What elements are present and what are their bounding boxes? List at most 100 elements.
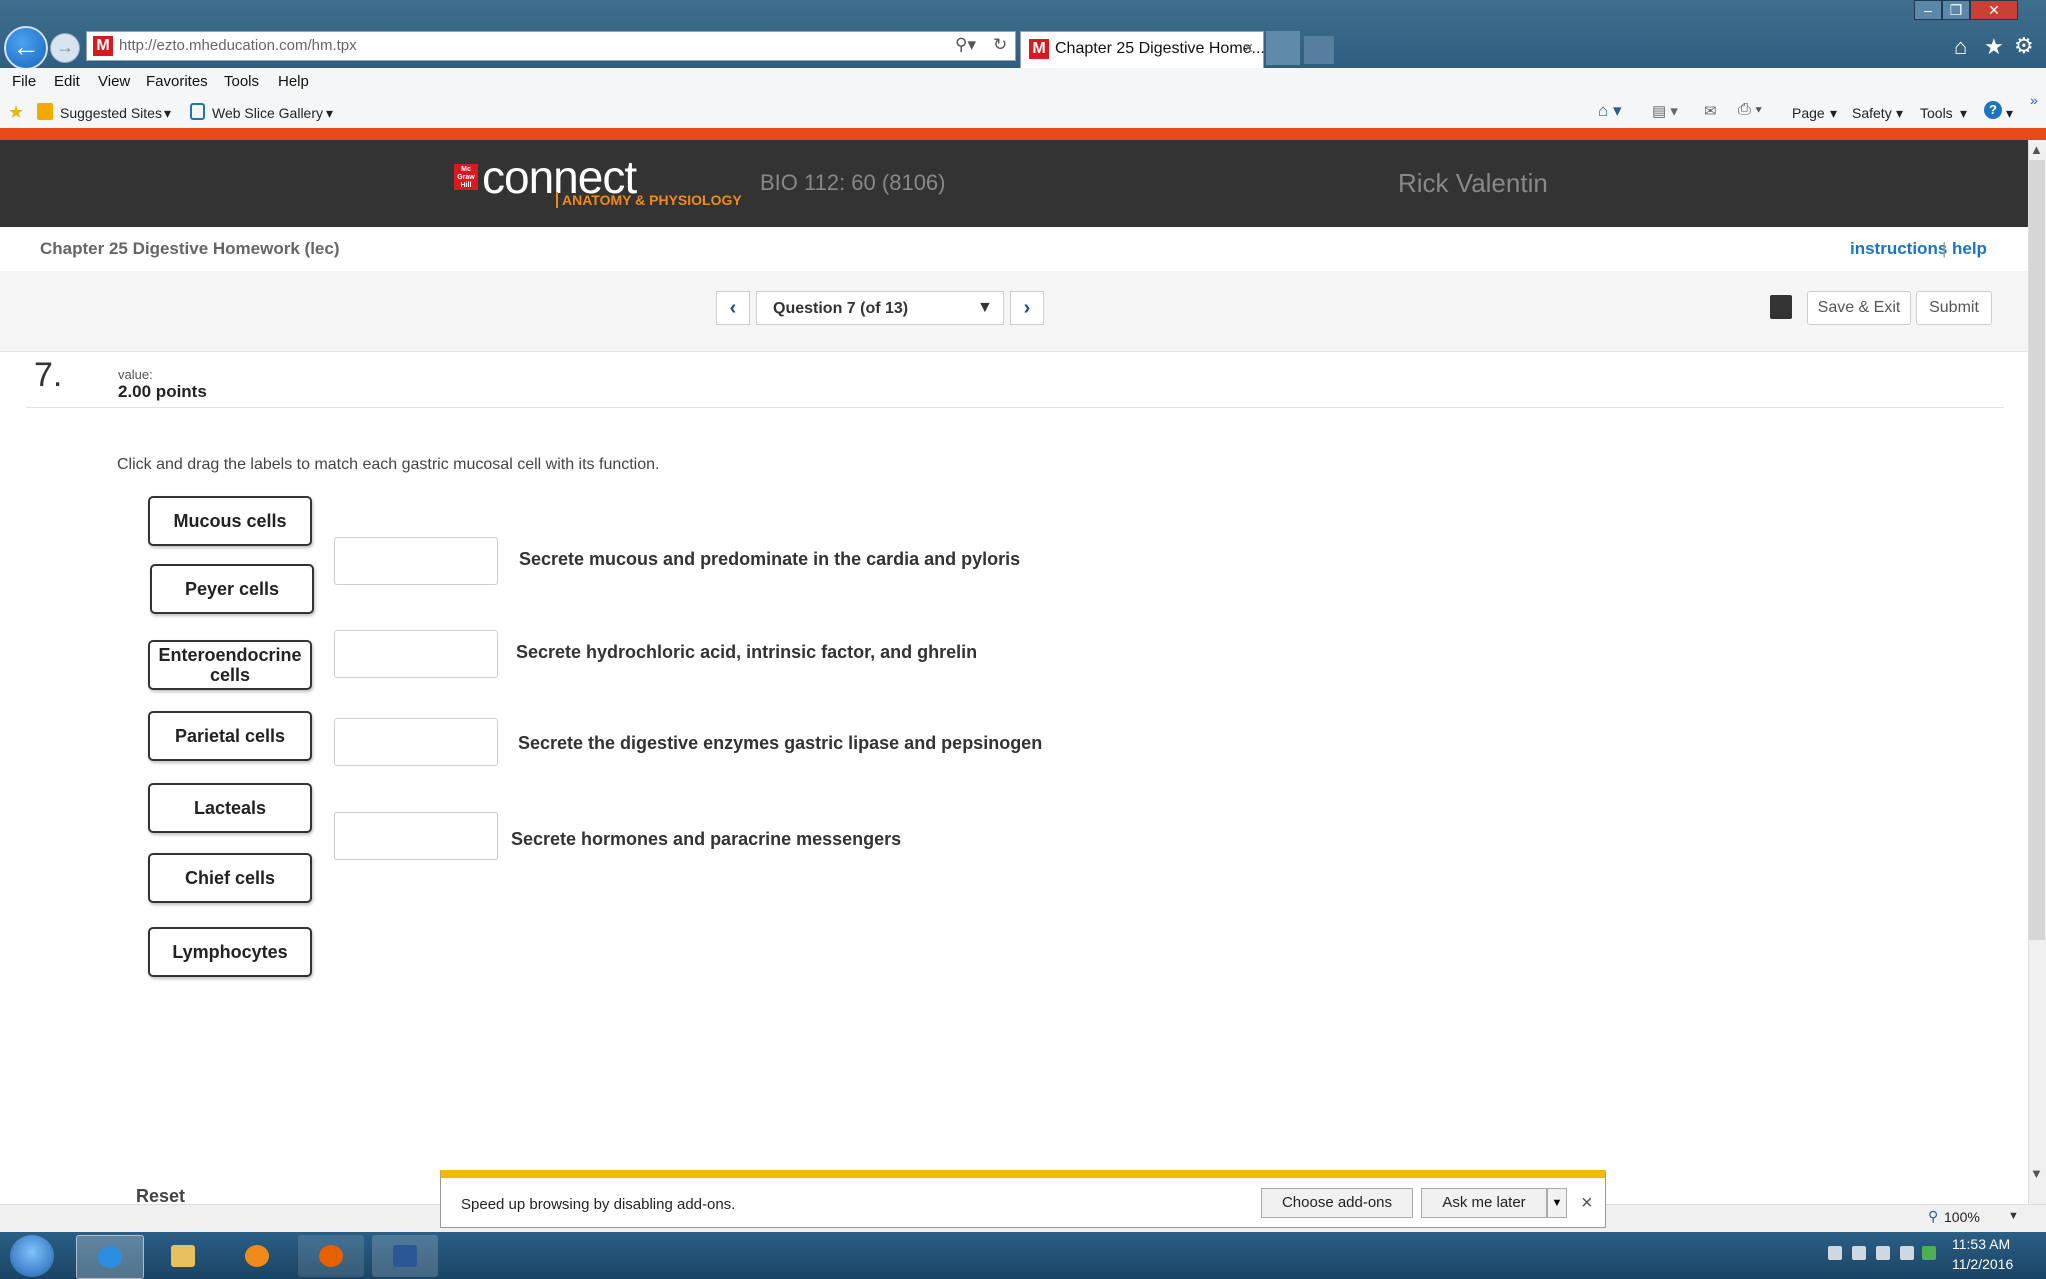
drop-target-1[interactable] [334,537,498,585]
drop-target-3[interactable] [334,718,498,766]
menu-edit[interactable]: Edit [54,73,80,90]
new-tab-button[interactable] [1304,36,1334,64]
taskbar-internet-explorer[interactable] [76,1235,144,1279]
prev-question-button[interactable]: ‹ [716,291,750,325]
function-text-3: Secrete the digestive enzymes gastric li… [518,733,1043,753]
next-question-button[interactable]: › [1010,291,1044,325]
chevron-down-icon[interactable]: ▾ [164,105,171,122]
menu-file[interactable]: File [12,73,36,90]
feeds-icon[interactable]: ▤ ▾ [1652,102,1678,120]
tab-chapter-25[interactable]: M Chapter 25 Digestive Home... × [1020,31,1265,68]
home-icon[interactable]: ⌂ ▾ [1598,101,1622,121]
drag-label-mucous-cells[interactable]: Mucous cells [148,496,312,546]
taskbar-file-explorer[interactable] [150,1235,216,1277]
minimize-icon[interactable]: – [1914,0,1942,20]
chevron-down-icon[interactable]: ▾ [2006,105,2013,122]
user-name: Rick Valentin [1398,168,1548,198]
menu-help[interactable]: Help [278,73,309,90]
drag-label-parietal-cells[interactable]: Parietal cells [148,711,312,761]
zoom-icon[interactable]: ⚲ [1928,1208,1938,1225]
drop-target-4[interactable] [334,812,498,860]
choose-addons-button[interactable]: Choose add-ons [1261,1188,1413,1218]
scroll-up-icon[interactable]: ▲ [2030,142,2043,157]
question-select[interactable]: Question 7 (of 13) ▼ [756,291,1004,325]
flag-icon[interactable] [1828,1246,1842,1260]
mail-icon[interactable]: ✉ [1704,102,1717,120]
clock-time[interactable]: 11:53 AM [1952,1236,2010,1252]
drag-label-chief-cells[interactable]: Chief cells [148,853,312,903]
chevron-down-icon[interactable]: ▾ [1830,105,1837,122]
print-icon[interactable] [1770,295,1792,319]
ask-later-button[interactable]: Ask me later [1421,1188,1547,1218]
addons-notification-bar: Speed up browsing by disabling add-ons. … [440,1170,1606,1228]
close-window-icon[interactable]: ✕ [1970,0,2018,20]
menu-bar: File Edit View Favorites Tools Help [0,68,2046,97]
chevron-down-icon[interactable]: ▾ [1896,105,1903,122]
volume-icon[interactable] [1876,1246,1890,1260]
gear-icon[interactable]: ⚙ [2014,33,2034,59]
command-tools[interactable]: Tools [1920,105,1953,121]
clock-date[interactable]: 11/2/2016 [1952,1256,2013,1272]
favorites-star-icon[interactable]: ★ [8,102,24,123]
web-slice-icon [190,103,205,120]
favorite-suggested-sites[interactable]: Suggested Sites [60,105,162,121]
taskbar-media-player[interactable] [224,1235,290,1277]
maximize-icon[interactable]: ❐ [1942,0,1970,20]
function-text-2: Secrete hydrochloric acid, intrinsic fac… [516,642,978,662]
chevron-down-icon[interactable]: ▼ [1547,1188,1567,1218]
drop-target-2[interactable] [334,630,498,678]
menu-view[interactable]: View [98,73,130,90]
url-text[interactable]: http://ezto.mheducation.com/hm.tpx [119,37,357,54]
chevron-down-icon[interactable]: ▾ [1960,105,1967,122]
submit-button[interactable]: Submit [1916,291,1992,325]
question-number: 7. [34,356,63,394]
security-check-icon[interactable] [1922,1246,1936,1260]
taskbar-word[interactable] [372,1235,438,1277]
instructions-link[interactable]: instructions [1850,239,1947,259]
search-icon[interactable]: ⚲▾ [955,35,976,55]
refresh-icon[interactable]: ↻ [993,35,1007,55]
help-icon[interactable]: ? [1984,101,2002,119]
drag-label-peyer-cells[interactable]: Peyer cells [150,564,314,614]
menu-favorites[interactable]: Favorites [146,73,208,90]
brand-strip [0,128,2046,140]
question-value: 2.00 points [118,382,207,401]
network-icon[interactable] [1852,1246,1866,1260]
menu-tools[interactable]: Tools [224,73,259,90]
chevron-down-icon[interactable]: ▾ [326,105,333,122]
taskbar-firefox[interactable] [298,1235,364,1277]
battery-icon[interactable] [1900,1246,1914,1260]
back-arrow-icon[interactable]: ← [4,26,48,70]
toolbar-overflow-icon[interactable]: » [2030,92,2038,108]
close-icon[interactable]: × [1243,38,1254,59]
scroll-down-icon[interactable]: ▼ [2030,1166,2043,1181]
function-text-4: Secrete hormones and paracrine messenger… [511,829,902,849]
command-safety[interactable]: Safety [1852,105,1892,121]
firefox-icon [319,1245,343,1267]
close-icon[interactable]: × [1581,1192,1593,1215]
forward-arrow-icon[interactable]: → [50,33,80,63]
print-icon[interactable]: ⎙ ▾ [1738,101,1762,119]
assignment-bar: Chapter 25 Digestive Homework (lec) inst… [0,227,2028,271]
tab-inactive[interactable] [1266,31,1300,65]
zoom-level[interactable]: 100% [1944,1209,1980,1225]
chevron-down-icon[interactable]: ▼ [2008,1210,2019,1222]
help-link[interactable]: help [1952,239,1987,259]
address-bar[interactable]: M http://ezto.mheducation.com/hm.tpx ⚲▾ … [86,31,1016,61]
word-icon [393,1245,417,1267]
window-controls: – ❐ ✕ [1914,0,2042,22]
home-icon[interactable]: ⌂ [1954,34,1967,60]
function-text-1: Secrete mucous and predominate in the ca… [519,549,1021,569]
question-instructions: Click and drag the labels to match each … [117,456,660,473]
drag-label-lymphocytes[interactable]: Lymphocytes [148,927,312,977]
favorites-star-icon[interactable]: ★ [1984,34,2004,60]
save-exit-button[interactable]: Save & Exit [1807,291,1911,325]
windows-start-icon[interactable] [10,1235,54,1277]
drag-label-enteroendocrine-cells[interactable]: Enteroendocrine cells [148,640,312,690]
question-value-label: value: [118,367,153,382]
course-name: BIO 112: 60 (8106) [760,170,946,195]
favorite-web-slice-gallery[interactable]: Web Slice Gallery [212,105,323,121]
drag-label-lacteals[interactable]: Lacteals [148,783,312,833]
command-page[interactable]: Page [1792,105,1825,121]
scrollbar-thumb[interactable] [2029,160,2045,940]
